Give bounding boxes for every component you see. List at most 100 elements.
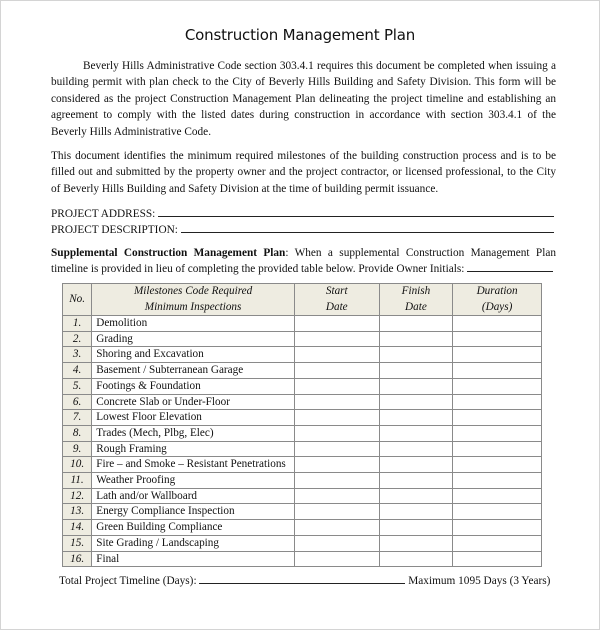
start-date-cell[interactable] — [293, 330, 380, 348]
start-date-cell[interactable] — [293, 315, 380, 332]
total-timeline-line: Total Project Timeline (Days): Maximum 1… — [59, 574, 550, 587]
start-date-cell[interactable] — [293, 393, 380, 411]
total-timeline-label: Total Project Timeline (Days): — [59, 575, 197, 587]
milestone-name: Green Building Compliance — [91, 519, 295, 536]
header-no: No. — [61, 283, 93, 316]
duration-cell[interactable] — [452, 315, 542, 332]
start-date-cell[interactable] — [293, 534, 380, 552]
header-milestone-line2: Minimum Inspections — [144, 300, 242, 313]
finish-date-cell[interactable] — [378, 377, 454, 395]
milestone-name: Weather Proofing — [91, 472, 295, 489]
finish-date-cell[interactable] — [378, 393, 454, 411]
start-date-cell[interactable] — [293, 346, 380, 364]
table-row: 7. Lowest Floor Elevation — [61, 409, 542, 426]
finish-date-cell[interactable] — [378, 487, 454, 505]
finish-date-cell[interactable] — [378, 440, 454, 458]
milestones-paragraph: This document identifies the minimum req… — [51, 150, 556, 195]
duration-cell[interactable] — [452, 409, 542, 426]
finish-date-cell[interactable] — [378, 424, 454, 442]
duration-cell[interactable] — [452, 346, 542, 364]
duration-cell[interactable] — [452, 550, 542, 568]
duration-cell[interactable] — [452, 503, 542, 521]
duration-cell[interactable] — [452, 424, 542, 442]
duration-cell[interactable] — [452, 519, 542, 536]
duration-cell[interactable] — [452, 440, 542, 458]
row-number: 16. — [61, 550, 93, 568]
milestones-table: No. Milestones Code Required Minimum Ins… — [61, 283, 542, 568]
document-title: Construction Management Plan — [184, 26, 416, 44]
project-description-input[interactable] — [180, 223, 554, 233]
milestone-name: Rough Framing — [91, 440, 295, 458]
header-start-date: Start Date — [293, 283, 380, 316]
duration-cell[interactable] — [452, 456, 542, 474]
table-row: 3. Shoring and Excavation — [61, 346, 542, 364]
header-milestone: Milestones Code Required Minimum Inspect… — [91, 283, 295, 316]
finish-date-cell[interactable] — [378, 315, 454, 332]
start-date-cell[interactable] — [293, 472, 380, 489]
finish-date-cell[interactable] — [378, 456, 454, 474]
table-row: 13. Energy Compliance Inspection — [61, 503, 542, 521]
finish-date-cell[interactable] — [378, 519, 454, 536]
start-date-cell[interactable] — [293, 456, 380, 474]
milestone-name: Lath and/or Wallboard — [91, 487, 295, 505]
header-start-line2: Date — [325, 300, 348, 313]
milestone-name: Footings & Foundation — [91, 377, 295, 395]
duration-cell[interactable] — [452, 377, 542, 395]
header-duration-line2: (Days) — [481, 300, 513, 313]
project-address-input[interactable] — [158, 207, 555, 217]
project-description-field: PROJECT DESCRIPTION: — [51, 223, 554, 238]
milestone-name: Concrete Slab or Under-Floor — [91, 393, 295, 411]
row-number: 1. — [61, 315, 93, 332]
start-date-cell[interactable] — [293, 519, 380, 536]
header-finish-date: Finish Date — [378, 283, 454, 316]
finish-date-cell[interactable] — [378, 534, 454, 552]
table-row: 9. Rough Framing — [61, 440, 542, 458]
intro-paragraph: Beverly Hills Administrative Code sectio… — [51, 60, 556, 138]
supplemental-plan-paragraph: Supplemental Construction Management Pla… — [51, 245, 556, 278]
start-date-cell[interactable] — [293, 377, 380, 395]
finish-date-cell[interactable] — [378, 330, 454, 348]
table-row: 14. Green Building Compliance — [61, 519, 542, 536]
table-row: 6. Concrete Slab or Under-Floor — [61, 393, 542, 411]
duration-cell[interactable] — [452, 534, 542, 552]
owner-initials-input[interactable] — [467, 262, 554, 273]
row-number: 13. — [61, 503, 93, 521]
duration-cell[interactable] — [452, 393, 542, 411]
row-number: 9. — [61, 440, 93, 458]
row-number: 7. — [61, 409, 93, 426]
row-number: 4. — [61, 362, 93, 379]
project-address-label: PROJECT ADDRESS: — [51, 208, 156, 220]
start-date-cell[interactable] — [293, 362, 380, 379]
total-timeline-input[interactable] — [199, 574, 406, 584]
row-number: 10. — [61, 456, 93, 474]
finish-date-cell[interactable] — [378, 550, 454, 568]
start-date-cell[interactable] — [293, 440, 380, 458]
table-row: 12. Lath and/or Wallboard — [61, 487, 542, 505]
duration-cell[interactable] — [452, 472, 542, 489]
row-number: 11. — [61, 472, 93, 489]
header-duration-line1: Duration — [476, 285, 518, 297]
duration-cell[interactable] — [452, 487, 542, 505]
start-date-cell[interactable] — [293, 503, 380, 521]
finish-date-cell[interactable] — [378, 362, 454, 379]
maximum-days-note: Maximum 1095 Days (3 Years) — [408, 575, 551, 587]
start-date-cell[interactable] — [293, 409, 380, 426]
table-row: 16. Final — [61, 550, 542, 568]
project-description-label: PROJECT DESCRIPTION: — [51, 224, 178, 236]
duration-cell[interactable] — [452, 330, 542, 348]
duration-cell[interactable] — [452, 362, 542, 379]
header-start-line1: Start — [325, 285, 348, 297]
start-date-cell[interactable] — [293, 550, 380, 568]
milestone-name: Shoring and Excavation — [91, 346, 295, 364]
finish-date-cell[interactable] — [378, 409, 454, 426]
table-row: 11. Weather Proofing — [61, 472, 542, 489]
header-finish-line1: Finish — [401, 285, 431, 297]
start-date-cell[interactable] — [293, 487, 380, 505]
table-row: 5. Footings & Foundation — [61, 377, 542, 395]
table-row: 1. Demolition — [61, 315, 542, 332]
start-date-cell[interactable] — [293, 424, 380, 442]
finish-date-cell[interactable] — [378, 346, 454, 364]
milestone-name: Demolition — [91, 315, 295, 332]
finish-date-cell[interactable] — [378, 472, 454, 489]
finish-date-cell[interactable] — [378, 503, 454, 521]
